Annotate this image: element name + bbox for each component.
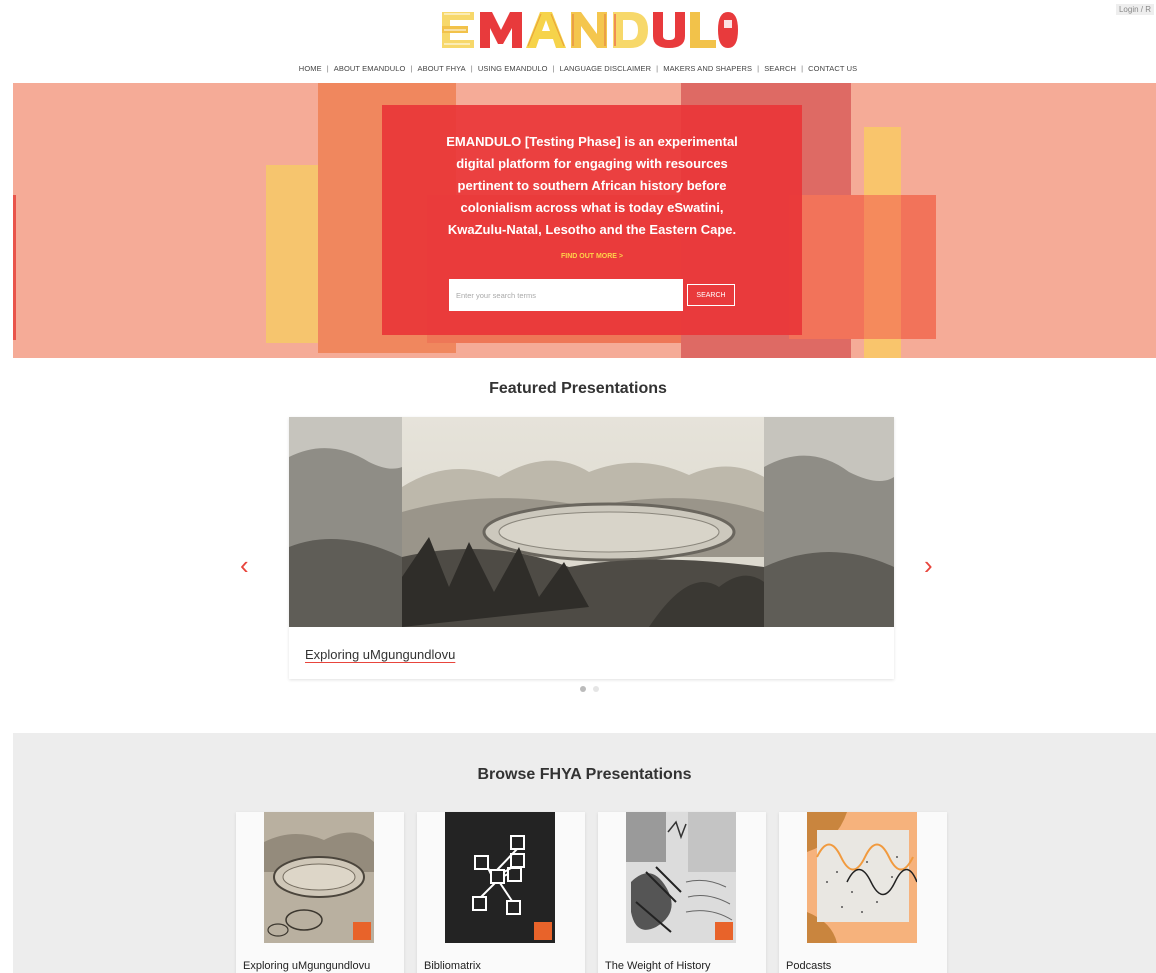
- main-nav: HOME | ABOUT EMANDULO | ABOUT FHYA | USING EMA…: [0, 64, 1156, 73]
- nav-makers-and-shapers[interactable]: MAKERS AND SHAPERS: [660, 64, 755, 73]
- carousel-dot-1[interactable]: [580, 686, 586, 692]
- presentation-card-bibliomatrix[interactable]: Bibliomatrix: [417, 812, 585, 973]
- browse-presentations-title: Browse FHYA Presentations: [477, 766, 692, 783]
- nav-contact-us[interactable]: CONTACT US: [805, 64, 860, 73]
- carousel-pagination: [580, 686, 599, 692]
- presentation-card-exploring[interactable]: Exploring uMgungundlovu: [236, 812, 404, 973]
- presentation-thumbnail: [445, 812, 555, 943]
- carousel-prev-arrow-icon[interactable]: ‹: [240, 550, 249, 581]
- browse-section: Browse FHYA Presentations Exploring uMgu…: [13, 733, 1156, 973]
- nav-home[interactable]: HOME: [296, 64, 325, 73]
- presentation-thumbnail: [807, 812, 917, 943]
- presentation-card-podcasts[interactable]: Podcasts: [779, 812, 947, 973]
- hero-search-form: SEARCH: [449, 279, 735, 311]
- presentation-card-title[interactable]: Bibliomatrix: [424, 960, 481, 972]
- featured-carousel-slide[interactable]: Exploring uMgungundlovu: [289, 417, 894, 679]
- find-out-more-link[interactable]: FIND OUT MORE >: [561, 253, 623, 260]
- nav-language-disclaimer[interactable]: LANGUAGE DISCLAIMER: [557, 64, 655, 73]
- nav-about-fhya[interactable]: ABOUT FHYA: [415, 64, 469, 73]
- presentation-card-title[interactable]: The Weight of History: [605, 960, 711, 972]
- nav-search[interactable]: SEARCH: [761, 64, 799, 73]
- presentation-card-title[interactable]: Exploring uMgungundlovu: [243, 960, 370, 972]
- hero-banner: EMANDULO [Testing Phase] is an experimen…: [13, 83, 1156, 358]
- presentation-badge-icon: [715, 922, 733, 940]
- nav-using-emandulo[interactable]: USING EMANDULO: [475, 64, 551, 73]
- search-input[interactable]: [449, 279, 683, 311]
- presentation-thumbnail: [264, 812, 374, 943]
- featured-presentations-title: Featured Presentations: [489, 380, 667, 397]
- hero-description: EMANDULO [Testing Phase] is an experimen…: [446, 134, 738, 237]
- presentation-badge-icon: [534, 922, 552, 940]
- carousel-dot-2[interactable]: [593, 686, 599, 692]
- featured-slide-caption[interactable]: Exploring uMgungundlovu: [305, 647, 455, 662]
- hero-decor-block: [864, 195, 901, 339]
- presentation-card-title[interactable]: Podcasts: [786, 960, 831, 972]
- carousel-next-arrow-icon[interactable]: ›: [924, 550, 933, 581]
- hero-decor-block: [789, 195, 936, 339]
- logo-graphic: [442, 12, 738, 48]
- presentation-card-weight-of-history[interactable]: The Weight of History: [598, 812, 766, 973]
- emandulo-logo[interactable]: [440, 8, 740, 52]
- featured-slide-image: [289, 417, 894, 627]
- hero-decor-block: [13, 195, 16, 340]
- nav-about-emandulo[interactable]: ABOUT EMANDULO: [331, 64, 409, 73]
- presentation-badge-icon: [353, 922, 371, 940]
- hero-content-box: EMANDULO [Testing Phase] is an experimen…: [382, 105, 802, 335]
- search-button[interactable]: SEARCH: [687, 284, 735, 306]
- presentation-thumbnail: [626, 812, 736, 943]
- login-link[interactable]: Login / R: [1115, 4, 1154, 15]
